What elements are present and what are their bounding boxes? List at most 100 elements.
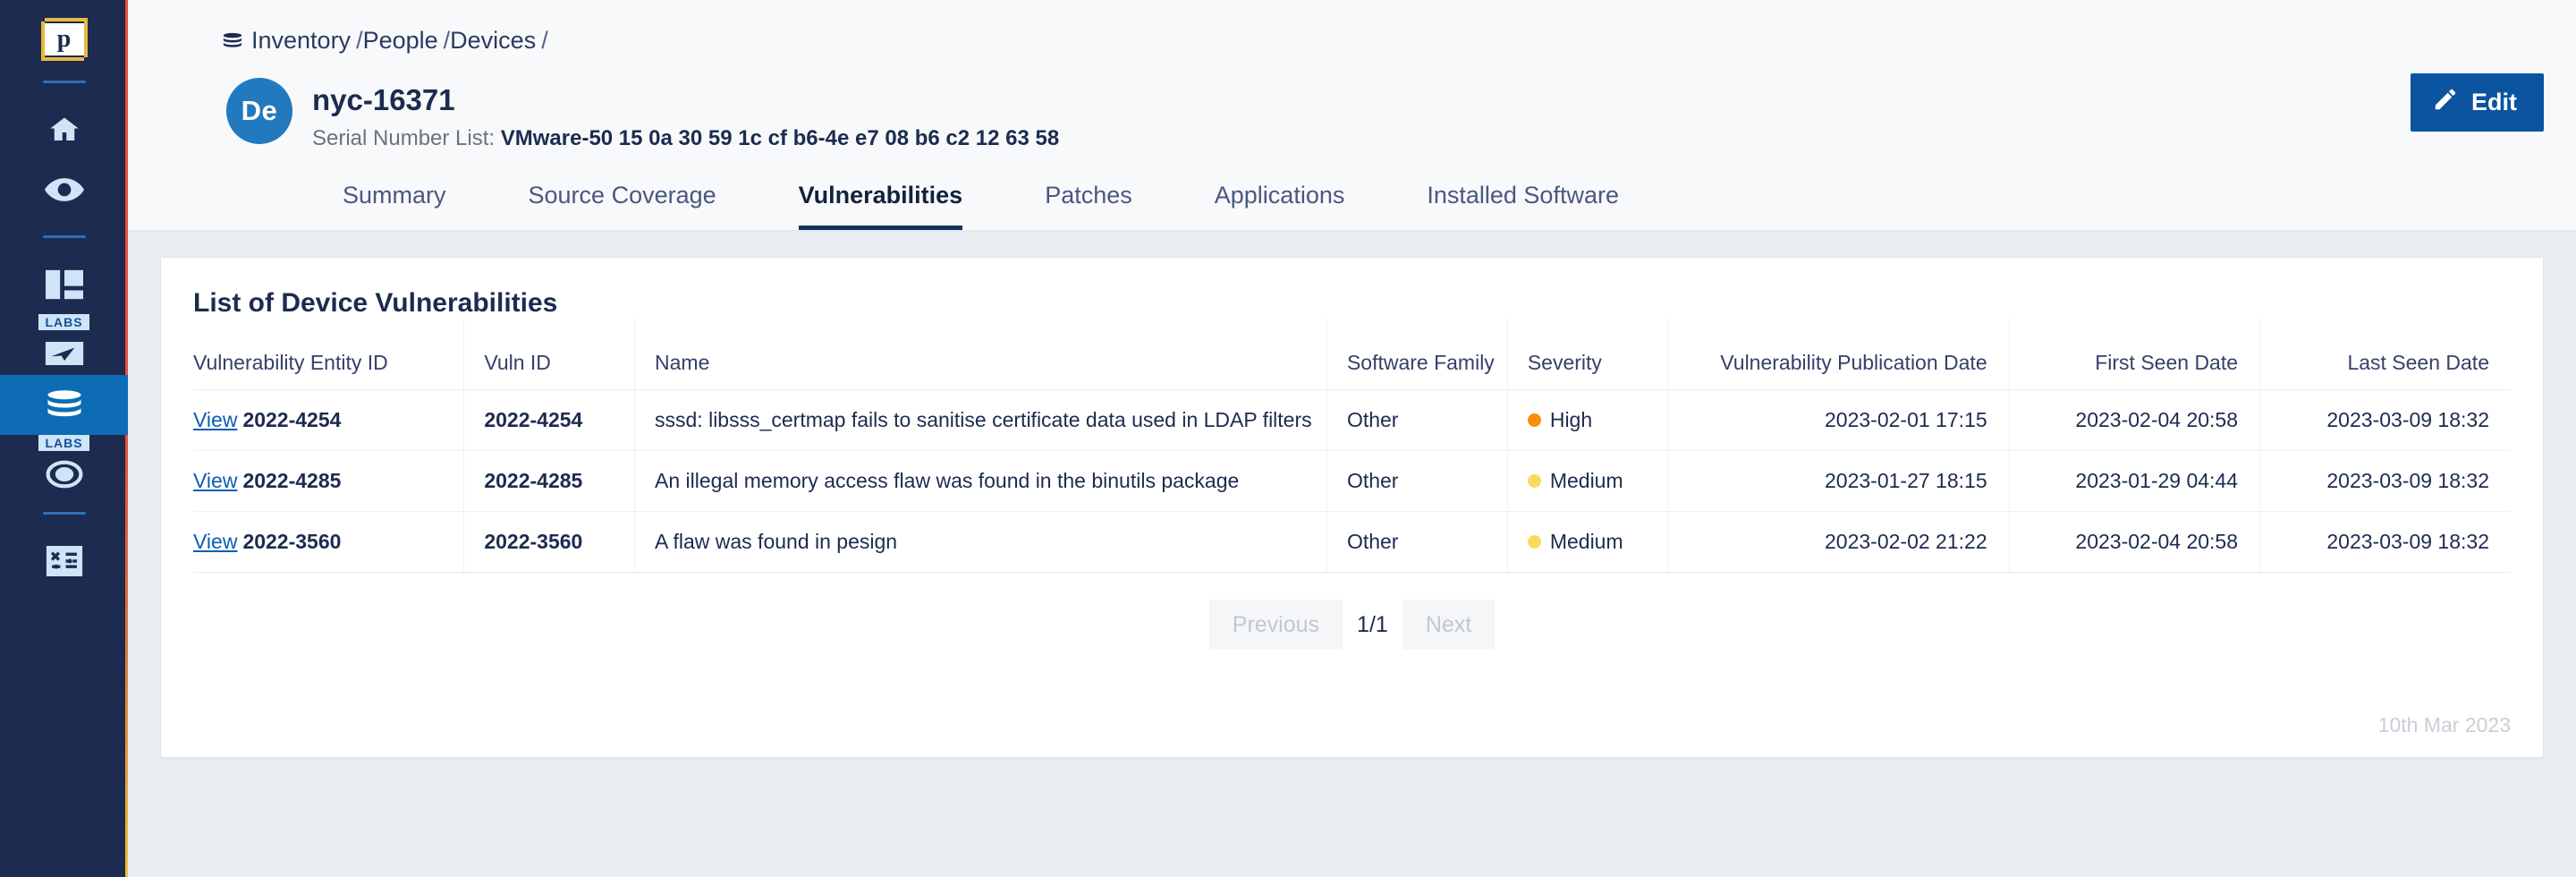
mouse-pointer-icon	[45, 342, 84, 365]
main-area: Inventory / People / Devices / De nyc-16…	[128, 0, 2576, 877]
database-icon	[223, 30, 242, 52]
sidebar-item-integrations[interactable]	[0, 531, 128, 591]
edit-button[interactable]: Edit	[2411, 73, 2544, 132]
table-row[interactable]: View 2022-4285 2022-4285 An illegal memor…	[193, 450, 2511, 512]
cell-publication-date: 2023-02-01 17:15	[1667, 389, 2010, 451]
severity-dot	[1527, 474, 1541, 488]
cell-vuln-id: 2022-3560	[463, 511, 635, 573]
sidebar-item-dashboard[interactable]	[0, 254, 128, 314]
app-logo[interactable]: p	[38, 14, 91, 64]
column-header-vuln-id[interactable]: Vuln ID	[463, 319, 635, 390]
breadcrumb-separator-1: /	[356, 27, 363, 54]
explore-nav-button[interactable]	[0, 332, 128, 375]
sidebar-item-visibility[interactable]	[0, 159, 128, 219]
severity-dot	[1527, 413, 1541, 427]
view-link[interactable]: View	[193, 408, 237, 431]
column-header-severity[interactable]: Severity	[1506, 319, 1668, 390]
cell-name: An illegal memory access flaw was found …	[634, 450, 1327, 512]
observability-nav-button[interactable]	[0, 453, 128, 496]
tab-vulnerabilities[interactable]: Vulnerabilities	[798, 182, 963, 230]
cell-severity: High	[1506, 389, 1668, 451]
page-indicator: 1/1	[1357, 612, 1388, 637]
breadcrumb: Inventory / People / Devices /	[128, 0, 2576, 55]
cell-last-seen-date: 2023-03-09 18:32	[2259, 450, 2511, 512]
card-title: List of Device Vulnerabilities	[193, 288, 558, 318]
sidebar-divider-1	[42, 81, 86, 83]
device-meta: nyc-16371 Serial Number List: VMware-50 …	[312, 78, 1059, 151]
cell-first-seen-date: 2023-02-04 20:58	[2008, 511, 2260, 573]
cell-entity-id: View 2022-3560	[193, 511, 464, 573]
serial-label: Serial Number List:	[312, 126, 496, 150]
sidebar-item-observability[interactable]: LABS	[0, 435, 128, 496]
entity-id-value: 2022-3560	[242, 530, 342, 553]
database-icon	[46, 389, 83, 421]
sidebar-item-home[interactable]	[0, 99, 128, 159]
footer-date: 10th Mar 2023	[2377, 713, 2511, 737]
plugin-icon	[46, 545, 83, 576]
home-icon	[47, 114, 82, 146]
cell-name: sssd: libsss_certmap fails to sanitise c…	[634, 389, 1327, 451]
cell-last-seen-date: 2023-03-09 18:32	[2259, 389, 2511, 451]
breadcrumb-item-inventory[interactable]: Inventory	[251, 27, 351, 55]
cell-name: A flaw was found in pesign	[634, 511, 1327, 573]
breadcrumb-item-devices[interactable]: Devices	[450, 27, 536, 55]
pagination: Previous 1/1 Next	[161, 600, 2543, 650]
severity-label: Medium	[1549, 469, 1623, 492]
tab-installed-software[interactable]: Installed Software	[1427, 182, 1619, 230]
cell-first-seen-date: 2023-01-29 04:44	[2008, 450, 2260, 512]
serial-value: VMware-50 15 0a 30 59 1c cf b6-4e e7 08 …	[500, 126, 1060, 150]
edit-button-label: Edit	[2471, 89, 2517, 115]
tab-patches[interactable]: Patches	[1045, 182, 1132, 230]
content-area: List of Device Vulnerabilities Vulnerabi…	[128, 232, 2576, 877]
pencil-icon	[2432, 86, 2459, 119]
table-row[interactable]: View 2022-3560 2022-3560 A flaw was found…	[193, 511, 2511, 573]
tab-applications[interactable]: Applications	[1215, 182, 1345, 230]
cell-vuln-id: 2022-4285	[463, 450, 635, 512]
severity-label: High	[1549, 408, 1593, 431]
table-header-row: Vulnerability Entity ID Vuln ID Name Sof…	[193, 319, 2511, 390]
labs-badge-2: LABS	[38, 435, 89, 451]
column-header-vulnerability-publication-date[interactable]: Vulnerability Publication Date	[1667, 319, 2010, 390]
page-title: nyc-16371	[312, 83, 455, 116]
column-header-vulnerability-entity-id[interactable]: Vulnerability Entity ID	[193, 319, 464, 390]
serial-number-list: Serial Number List: VMware-50 15 0a 30 5…	[312, 126, 1059, 151]
cell-publication-date: 2023-01-27 18:15	[1667, 450, 2010, 512]
cell-severity: Medium	[1506, 450, 1668, 512]
sidebar: p LABS LABS	[0, 0, 128, 877]
severity-dot	[1527, 535, 1541, 549]
table-row[interactable]: View 2022-4254 2022-4254 sssd: libsss_cer…	[193, 389, 2511, 451]
column-header-name[interactable]: Name	[634, 319, 1327, 390]
column-header-software-family[interactable]: Software Family	[1326, 319, 1508, 390]
severity-label: Medium	[1549, 530, 1623, 553]
vulnerabilities-table: Vulnerability Entity ID Vuln ID Name Sof…	[193, 319, 2511, 573]
eye-icon	[44, 177, 84, 201]
column-header-first-seen-date[interactable]: First Seen Date	[2008, 319, 2260, 390]
entity-id-value: 2022-4285	[242, 469, 342, 492]
breadcrumb-separator-2: /	[443, 27, 451, 54]
view-link[interactable]: View	[193, 469, 237, 492]
next-page-button[interactable]: Next	[1402, 600, 1496, 650]
cell-software-family: Other	[1326, 511, 1508, 573]
breadcrumb-item-people[interactable]: People	[363, 27, 438, 55]
sidebar-item-explore[interactable]: LABS	[0, 314, 128, 375]
column-header-last-seen-date[interactable]: Last Seen Date	[2259, 319, 2511, 390]
logo-mark: p	[44, 23, 84, 55]
tab-bar: Summary Source Coverage Vulnerabilities …	[128, 151, 2576, 232]
cell-first-seen-date: 2023-02-04 20:58	[2008, 389, 2260, 451]
sidebar-item-inventory[interactable]	[0, 375, 128, 435]
sidebar-divider-2	[42, 235, 86, 238]
cell-software-family: Other	[1326, 450, 1508, 512]
cell-entity-id: View 2022-4285	[193, 450, 464, 512]
cell-software-family: Other	[1326, 389, 1508, 451]
tab-source-coverage[interactable]: Source Coverage	[529, 182, 716, 230]
cell-vuln-id: 2022-4254	[463, 389, 635, 451]
view-link[interactable]: View	[193, 530, 237, 553]
device-header: De nyc-16371 Serial Number List: VMware-…	[128, 55, 2576, 151]
sidebar-divider-3	[42, 512, 86, 515]
target-icon	[46, 460, 83, 489]
labs-badge: LABS	[38, 314, 89, 330]
tab-summary[interactable]: Summary	[343, 182, 446, 230]
avatar: De	[226, 78, 292, 144]
previous-page-button[interactable]: Previous	[1208, 600, 1343, 650]
breadcrumb-separator-3: /	[541, 27, 548, 54]
